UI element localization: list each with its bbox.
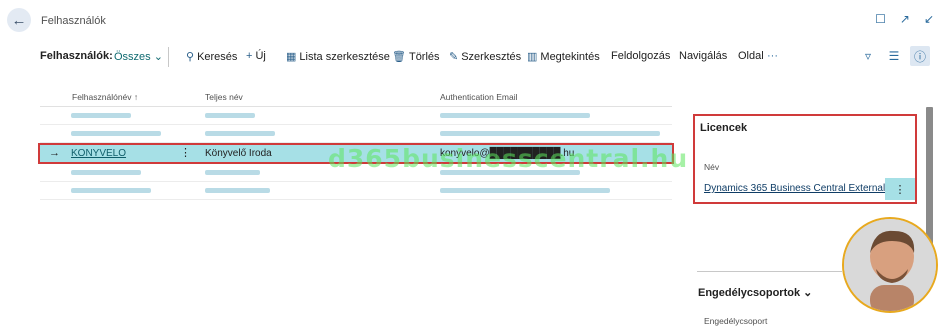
redacted-text xyxy=(205,170,260,175)
redacted-text xyxy=(71,188,151,193)
back-button[interactable]: ← xyxy=(7,8,31,32)
column-header-auth-email[interactable]: Authentication Email xyxy=(440,92,518,102)
permission-sets-header[interactable]: Engedélycsoportok ⌄ xyxy=(698,286,812,299)
redacted-text xyxy=(71,170,141,175)
table-row[interactable] xyxy=(40,164,672,182)
column-header-username[interactable]: Felhasználónév ↑ xyxy=(72,92,138,102)
redacted-text xyxy=(440,113,590,118)
licenses-title: Licencek xyxy=(700,122,748,134)
new-label: Új xyxy=(255,50,266,62)
license-link[interactable]: Dynamics 365 Business Central External A… xyxy=(704,183,902,194)
permission-sets-title: Engedélycsoportok xyxy=(698,287,801,299)
info-icon[interactable]: ⓘ xyxy=(910,46,930,66)
edit-list-label: Lista szerkesztése xyxy=(299,51,390,63)
edit-list-button[interactable]: ▦ Lista szerkesztése xyxy=(286,50,390,63)
view-icon: ▥ xyxy=(527,51,538,63)
table-row[interactable] xyxy=(40,182,672,200)
navigate-menu[interactable]: Navigálás xyxy=(679,50,727,62)
view-filter-label: Összes xyxy=(114,51,151,63)
process-menu[interactable]: Feldolgozás xyxy=(611,50,670,62)
collapse-icon[interactable]: ↙ xyxy=(924,12,934,26)
redacted-text xyxy=(71,131,161,136)
search-icon: ⚲ xyxy=(186,51,195,63)
plus-icon: + xyxy=(246,50,253,62)
column-header-full-name[interactable]: Teljes név xyxy=(205,92,243,102)
table-row[interactable] xyxy=(40,125,672,143)
page-menu[interactable]: Oldal xyxy=(738,50,764,62)
licenses-column-header: Név xyxy=(704,162,720,172)
list-view-icon[interactable]: ☰ xyxy=(884,46,904,66)
view-filter-dropdown[interactable]: Összes ⌄ xyxy=(114,50,163,63)
chevron-down-icon: ⌄ xyxy=(803,287,813,299)
licenses-factbox: Licencek Név Dynamics 365 Business Centr… xyxy=(693,114,917,204)
trash-icon: 🗑 xyxy=(392,51,406,63)
view-label: Megtekintés xyxy=(540,51,600,63)
presenter-avatar xyxy=(842,217,938,313)
redacted-text xyxy=(71,113,131,118)
action-bar: Felhasználók: Összes ⌄ ⚲ Keresés + Új ▦ Lis… xyxy=(0,44,940,70)
redacted-text xyxy=(205,131,275,136)
row-menu-button[interactable]: ⋮ xyxy=(180,146,191,159)
redacted-text xyxy=(205,188,270,193)
divider xyxy=(697,271,842,272)
delete-button[interactable]: 🗑 Törlés xyxy=(392,50,440,63)
row-indicator-arrow-icon: → xyxy=(49,147,60,159)
list-label: Felhasználók: xyxy=(40,50,113,62)
more-options-button[interactable]: ··· xyxy=(767,50,778,62)
table-row[interactable] xyxy=(40,107,672,125)
chevron-down-icon: ⌄ xyxy=(153,51,163,63)
full-name-cell: Könyvelő Iroda xyxy=(205,148,272,159)
page-title: Felhasználók xyxy=(41,15,106,27)
view-button[interactable]: ▥ Megtekintés xyxy=(527,50,600,63)
permission-set-column-header: Engedélycsoport xyxy=(704,316,768,326)
search-label: Keresés xyxy=(197,51,238,63)
action-bar-right: ▿ ☰ ⓘ xyxy=(858,46,930,66)
selected-table-row[interactable]: → KONYVELO ⋮ Könyvelő Iroda konyvelo@███… xyxy=(38,143,674,164)
license-row[interactable]: Dynamics 365 Business Central External A… xyxy=(695,178,915,200)
pencil-icon: ✎ xyxy=(449,51,459,63)
auth-email-cell: konyvelo@██████████.hu xyxy=(440,148,575,159)
redacted-text xyxy=(205,113,255,118)
redacted-text xyxy=(440,170,580,175)
arrow-left-icon: ← xyxy=(11,11,27,29)
top-bar: ← Felhasználók ☐ ↗ ↙ xyxy=(0,0,950,42)
license-row-menu-button[interactable]: ⋮ xyxy=(885,178,915,200)
person-photo-icon xyxy=(844,219,936,311)
edit-button[interactable]: ✎ Szerkesztés xyxy=(449,50,521,63)
redacted-text xyxy=(440,188,610,193)
divider xyxy=(168,47,169,67)
delete-label: Törlés xyxy=(408,51,440,63)
top-icons: ☐ ↗ ↙ xyxy=(875,12,934,26)
grid-edit-icon: ▦ xyxy=(286,51,297,63)
redacted-text xyxy=(440,131,660,136)
filter-icon[interactable]: ▿ xyxy=(858,46,878,66)
bookmark-icon[interactable]: ☐ xyxy=(875,12,886,26)
user-name-link[interactable]: KONYVELO xyxy=(71,148,126,159)
edit-label: Szerkesztés xyxy=(461,51,522,63)
new-button[interactable]: + Új xyxy=(246,50,266,62)
users-grid: Felhasználónév ↑ Teljes név Authenticati… xyxy=(38,86,674,200)
open-new-window-icon[interactable]: ↗ xyxy=(900,12,910,26)
search-button[interactable]: ⚲ Keresés xyxy=(186,50,237,63)
grid-header: Felhasználónév ↑ Teljes név Authenticati… xyxy=(40,86,672,107)
